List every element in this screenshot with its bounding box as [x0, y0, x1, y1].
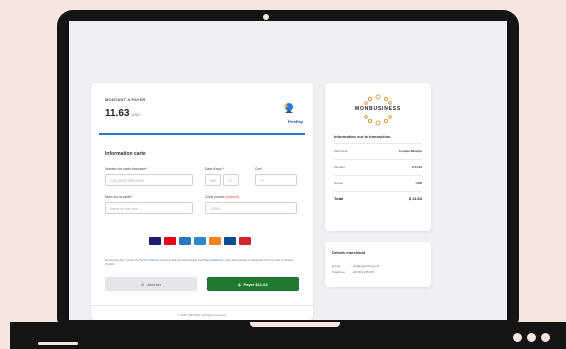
footer-divider [91, 305, 313, 306]
merchant-email-label: E-mail [332, 264, 340, 268]
pay-button[interactable]: 🔒︎ Payer $11.63 [207, 277, 299, 291]
merchant-phone-value: 243 812 345 678 [353, 270, 374, 274]
expiry-month-placeholder: MM [210, 179, 216, 183]
expiry-year-input[interactable]: YY [223, 174, 239, 186]
amount-number: 11.63 [105, 108, 130, 119]
merchant-phone-row: Telephone 243 812 345 678 [332, 270, 374, 274]
merchant-card: Détails marchand E-mail info@mgcetimeye.… [325, 242, 431, 287]
dot-icon [513, 333, 522, 342]
tx-row-value: $ 11.63 [412, 165, 422, 169]
transaction-card: MONBUSINESS Information sur la transacti… [325, 83, 431, 231]
policy-mid: and have read and acknowledge the [159, 259, 202, 262]
tx-row-total: Total $ 11.63 [334, 196, 422, 201]
cvv-placeholder: *** [260, 179, 265, 183]
cvv-input[interactable]: *** [255, 174, 297, 186]
payment-card: MONTANT A PAYER 11.63 USD FlexPay Informa… [91, 83, 313, 320]
base-dots [513, 333, 550, 342]
cancel-label: Annuler [147, 281, 162, 287]
tx-total-value: $ 11.63 [408, 196, 422, 201]
discover-logo [209, 237, 221, 245]
tx-row-key: Marchand [334, 149, 348, 153]
transaction-title: Information sur la transaction [334, 134, 391, 139]
terms-link[interactable]: Terms of Service [140, 259, 159, 262]
base-notch [250, 322, 340, 327]
base-line [38, 342, 78, 345]
merchant-phone-label: Telephone [332, 270, 345, 274]
expiry-label: Date d'exp.* [205, 167, 224, 171]
merchant-title: Détails marchand [332, 250, 366, 255]
lock-icon: 🔒︎ [238, 281, 241, 287]
postal-placeholder: 12345 [210, 207, 220, 211]
tx-row-merchant: Marchand Compte Mmetye [334, 149, 422, 153]
flexpay-logo-icon [284, 103, 293, 113]
tx-row-key: Devise [334, 181, 344, 185]
expiry-year-placeholder: YY [228, 179, 233, 183]
postal-label-text: Code postal [205, 195, 224, 199]
card-info-title: Information carte [105, 151, 146, 157]
tx-row-currency: Devise USD [334, 181, 422, 185]
tx-divider [334, 143, 422, 144]
name-input[interactable]: Name on the card [105, 202, 193, 214]
name-placeholder: Name on the card [110, 207, 138, 211]
pay-label: Payer $11.63 [243, 281, 268, 287]
laptop-screen: MONTANT A PAYER 11.63 USD FlexPay Informa… [57, 10, 519, 323]
tx-row-key: Montant [334, 165, 345, 169]
expiry-month-input[interactable]: MM [205, 174, 221, 186]
flexpay-brand: FlexPay [287, 119, 303, 124]
header-divider [99, 133, 305, 135]
name-label: Nom sur la carte* [105, 195, 133, 199]
tx-row-value: Compte Mmetye [398, 149, 422, 153]
jcb-logo [224, 237, 236, 245]
postal-label: Code postal (optionel) [205, 195, 239, 199]
cancel-icon: ⊘ [140, 281, 145, 287]
unionpay-logo [194, 237, 206, 245]
cancel-button[interactable]: ⊘ Annuler [105, 277, 197, 291]
tx-divider [334, 159, 422, 160]
card-number-label: Numéro de carte bancaire* [105, 167, 147, 171]
privacy-link[interactable]: Privacy Statement [202, 259, 223, 262]
policy-text: By selecting Pay, I accept the Terms of … [105, 259, 301, 267]
visa-logo [149, 237, 161, 245]
camera-dot [263, 14, 269, 20]
cvv-label: Cvv* [255, 167, 263, 171]
postal-input[interactable]: 12345 [205, 202, 297, 214]
postal-optional: (optionel) [224, 195, 240, 199]
amount-currency: USD [131, 112, 140, 117]
monbusiness-text: MONBUSINESS [354, 106, 402, 112]
card-number-input[interactable]: 1234 5678 9000 0000 [105, 174, 193, 186]
merchant-email-value: info@mgcetimeye.cd [353, 264, 380, 268]
tx-divider [334, 191, 422, 192]
card-number-placeholder: 1234 5678 9000 0000 [110, 179, 145, 183]
card-brand-logos [149, 237, 251, 245]
tx-row-amount: Montant $ 11.63 [334, 165, 422, 169]
amount-value: 11.63 USD [105, 108, 140, 119]
diners-logo [239, 237, 251, 245]
merchant-email-row: E-mail info@mgcetimeye.cd [332, 264, 379, 268]
policy-prefix: By selecting Pay, I accept the [105, 259, 139, 262]
tx-total-label: Total [334, 196, 344, 201]
dot-icon [541, 333, 550, 342]
display: MONTANT A PAYER 11.63 USD FlexPay Informa… [69, 21, 507, 320]
amount-label: MONTANT A PAYER [105, 97, 146, 102]
tx-divider [334, 175, 422, 176]
mastercard-logo [164, 237, 176, 245]
laptop-base [10, 322, 566, 349]
dot-icon [527, 333, 536, 342]
amex-logo [179, 237, 191, 245]
tx-row-value: USD [415, 181, 422, 185]
footer-copyright: © 2022 INFOSET. All rights reserved. [177, 313, 227, 317]
